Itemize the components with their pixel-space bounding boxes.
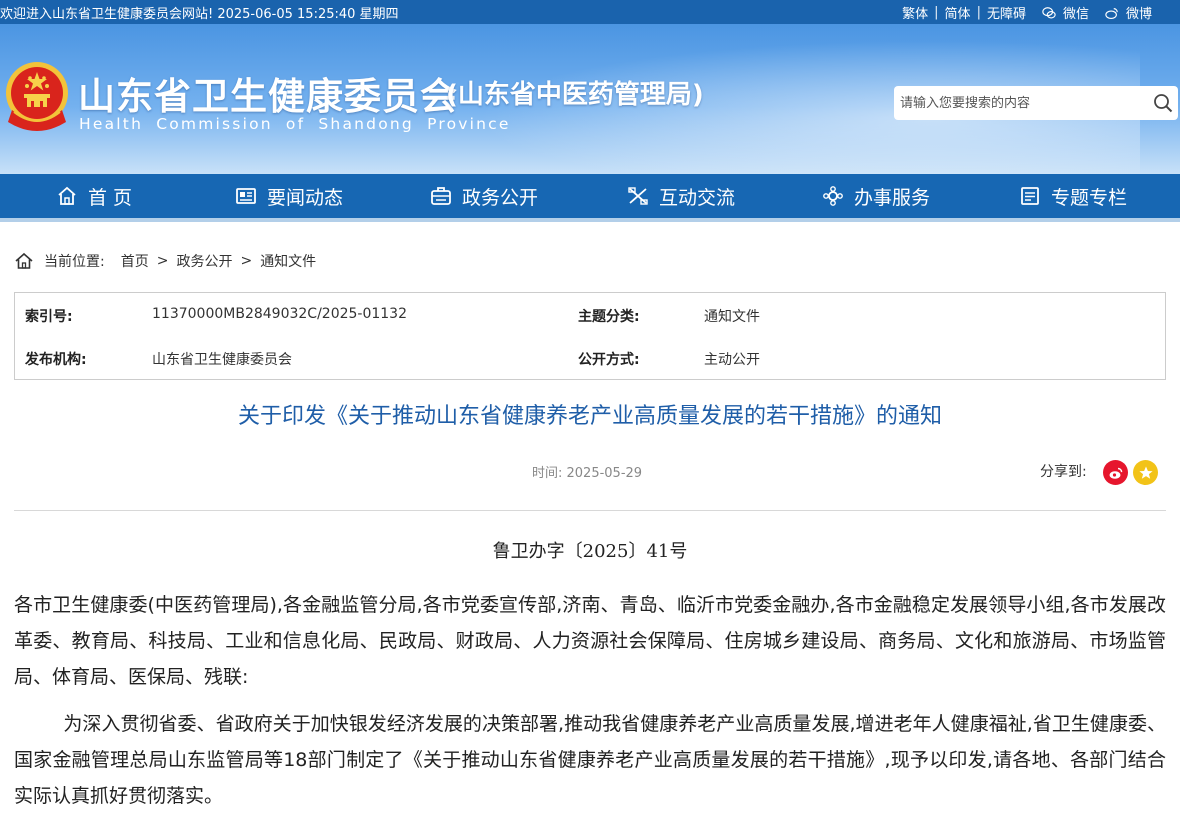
nav-item-news[interactable]: 要闻动态 [235,174,343,218]
publish-time: 时间: 2025-05-29 [532,466,643,481]
nav-item-special-columns[interactable]: 专题专栏 [1019,174,1127,218]
search-input[interactable] [900,90,1140,116]
index-label: 索引号: [25,309,73,325]
wechat-link[interactable]: 微信 [1063,3,1089,22]
separator: | [976,5,981,20]
share-label: 分享到: [1040,464,1087,480]
breadcrumb-notices[interactable]: 通知文件 [260,251,316,271]
weibo-icon[interactable] [1105,6,1119,20]
disclosure-method-value: 主动公开 [704,352,760,368]
accessibility-link[interactable]: 无障碍 [987,3,1026,22]
nav-label: 专题专栏 [1051,186,1128,209]
publisher-label: 发布机构: [25,352,87,368]
topic-label: 主题分类: [578,309,640,325]
main-nav: 首 页 要闻动态 政务公开 互动交流 办事服务 专题专栏 [0,174,1180,222]
breadcrumb-home[interactable]: 首页 [121,251,149,271]
separator: | [934,5,939,20]
nav-label: 首 页 [88,186,133,209]
search-box [894,86,1178,120]
breadcrumb-label: 当前位置: [44,254,105,270]
nav-item-home[interactable]: 首 页 [56,174,132,218]
search-icon[interactable] [1152,92,1174,114]
nav-item-services[interactable]: 办事服务 [822,174,930,218]
site-english-name: Health Commission of Shandong Province [79,115,511,133]
home-icon [58,186,76,205]
national-emblem-icon [6,62,68,131]
addressees-paragraph: 各市卫生健康委(中医药管理局),各金融监管分局,各市党委宣传部,济南、青岛、临沂… [14,594,1166,688]
simplified-chinese-link[interactable]: 简体 [945,3,971,22]
breadcrumb-separator: > [240,253,253,269]
share-weibo-button[interactable] [1103,460,1128,485]
article-title: 关于印发《关于推动山东省健康养老产业高质量发展的若干措施》的通知 [237,404,942,429]
share-favorite-button[interactable] [1133,460,1158,485]
breadcrumb-government-affairs[interactable]: 政务公开 [176,251,232,271]
site-header: 山东省卫生健康委员会 (山东省中医药管理局) Health Commission… [0,24,1180,174]
body-paragraph: 为深入贯彻省委、省政府关于加快银发经济发展的决策部署,推动我省健康养老产业高质量… [14,713,1166,807]
top-bar: 欢迎进入山东省卫生健康委员会网站! 2025-06-05 15:25:40 星期… [0,0,1180,24]
document-meta-table: 索引号: 11370000MB2849032C/2025-01132 主题分类:… [14,292,1166,380]
nav-label: 办事服务 [854,186,931,209]
column-icon [1021,187,1039,205]
site-title: 山东省卫生健康委员会 [78,75,458,118]
weibo-icon [1109,467,1122,479]
nav-label: 政务公开 [462,186,539,209]
welcome-text: 欢迎进入山东省卫生健康委员会网站! 2025-06-05 15:25:40 星期… [0,7,399,22]
index-value: 11370000MB2849032C/2025-01132 [152,306,408,322]
breadcrumb-separator: > [156,253,169,269]
star-icon [1138,466,1153,479]
nav-label: 要闻动态 [267,186,344,209]
divider [14,510,1166,511]
briefcase-icon [431,187,451,205]
disclosure-method-label: 公开方式: [578,352,640,368]
breadcrumb: 当前位置: 首页 > 政务公开 > 通知文件 [14,250,316,272]
nav-item-interaction[interactable]: 互动交流 [627,174,735,218]
top-links: 繁体 | 简体 | 无障碍 微信 微博 [902,3,1152,22]
site-subtitle: (山东省中医药管理局) [446,80,704,110]
wechat-icon[interactable] [1042,6,1056,20]
topic-value: 通知文件 [704,309,760,325]
weibo-link[interactable]: 微博 [1126,3,1152,22]
traditional-chinese-link[interactable]: 繁体 [902,3,928,22]
chat-icon [628,187,648,205]
publisher-value: 山东省卫生健康委员会 [152,352,292,368]
home-icon [15,252,33,269]
nav-item-government-affairs[interactable]: 政务公开 [430,174,538,218]
service-icon [823,186,843,206]
nav-label: 互动交流 [659,186,736,209]
news-icon [236,188,256,204]
document-number: 鲁卫办字〔2025〕41号 [492,541,688,562]
